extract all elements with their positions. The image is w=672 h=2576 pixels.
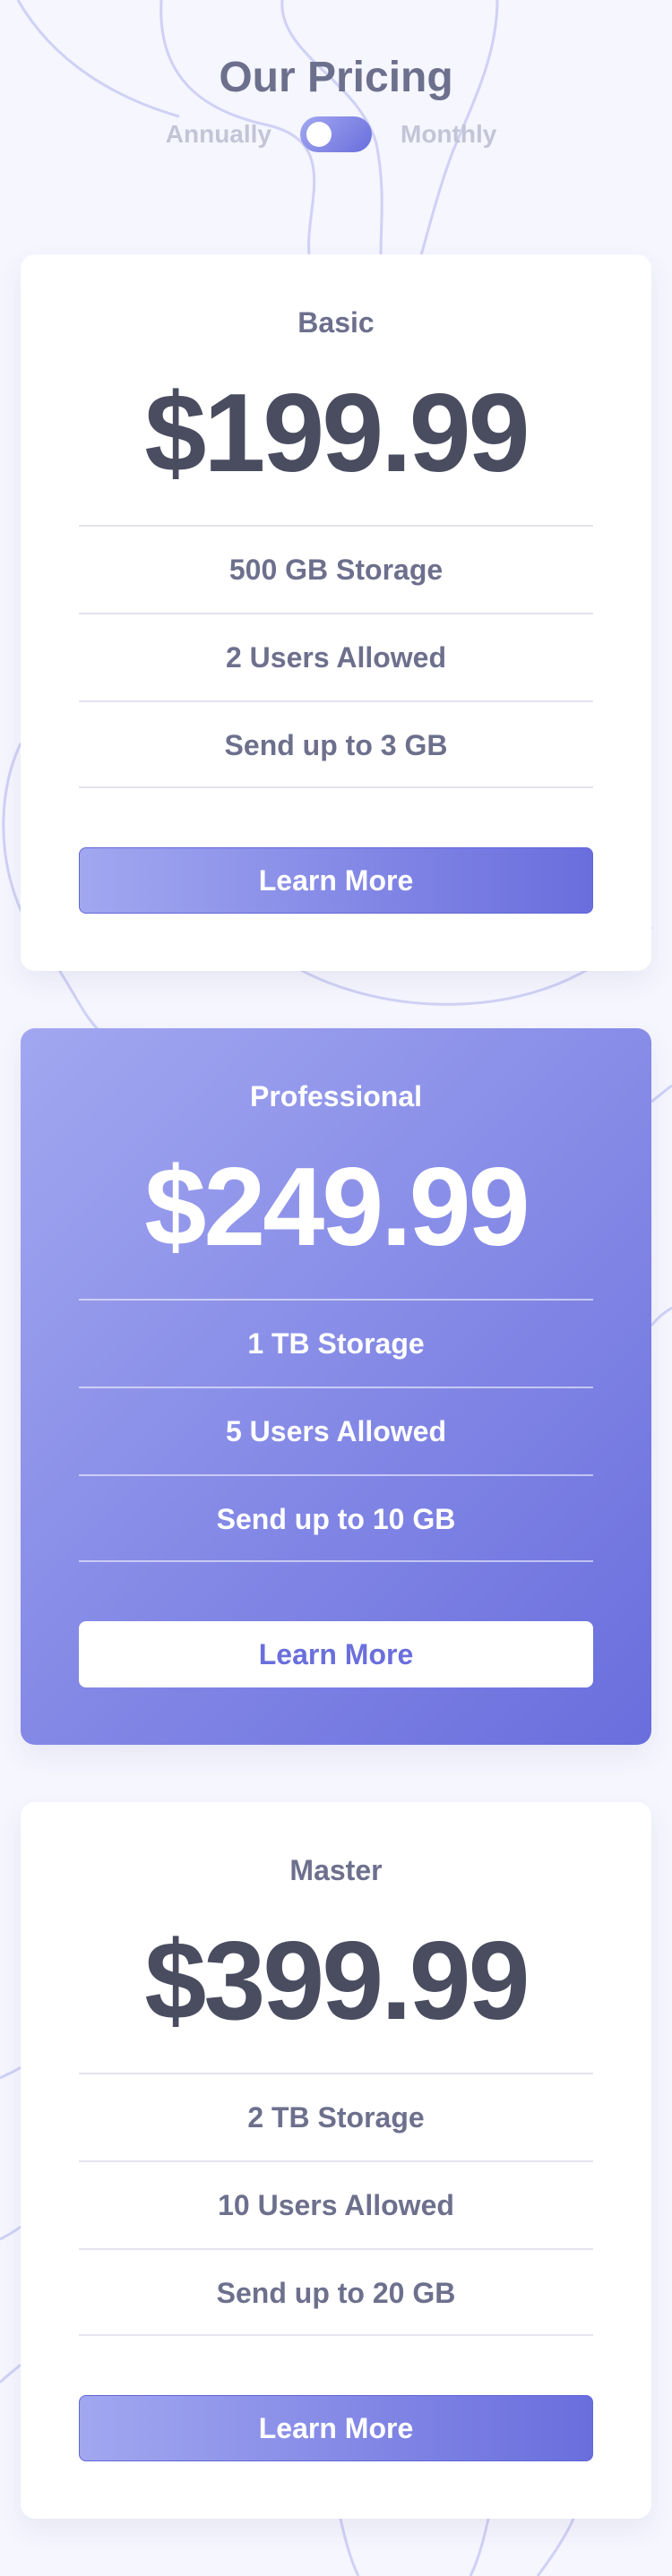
feature-list: 2 TB Storage 10 Users Allowed Send up to… — [79, 2073, 593, 2336]
plan-price: $399.99 — [144, 1919, 530, 2043]
feature-item: Send up to 3 GB — [79, 700, 593, 788]
pricing-card-basic: Basic $199.99 500 GB Storage 2 Users All… — [21, 254, 651, 971]
toggle-knob — [306, 122, 332, 147]
feature-item: Send up to 10 GB — [79, 1474, 593, 1562]
feature-item: 2 Users Allowed — [79, 613, 593, 700]
billing-toggle-row: Annually Monthly — [0, 116, 672, 152]
plan-price: $199.99 — [144, 372, 530, 495]
page-title: Our Pricing — [219, 54, 453, 101]
billing-period-toggle[interactable] — [300, 116, 372, 152]
monthly-label[interactable]: Monthly — [401, 120, 535, 149]
learn-more-button[interactable]: Learn More — [79, 1621, 593, 1687]
plan-name: Master — [289, 1854, 383, 1886]
annually-label[interactable]: Annually — [137, 120, 271, 149]
plan-price: $249.99 — [144, 1146, 530, 1269]
feature-item: 500 GB Storage — [79, 525, 593, 613]
feature-item: 1 TB Storage — [79, 1299, 593, 1387]
learn-more-button[interactable]: Learn More — [79, 2395, 593, 2461]
pricing-header: Our Pricing Annually Monthly — [0, 45, 672, 152]
feature-item: 2 TB Storage — [79, 2073, 593, 2160]
feature-list: 500 GB Storage 2 Users Allowed Send up t… — [79, 525, 593, 788]
feature-list: 1 TB Storage 5 Users Allowed Send up to … — [79, 1299, 593, 1562]
feature-item: Send up to 20 GB — [79, 2248, 593, 2336]
pricing-card-professional: Professional $249.99 1 TB Storage 5 User… — [21, 1028, 651, 1745]
plan-name: Professional — [249, 1080, 423, 1112]
pricing-card-master: Master $399.99 2 TB Storage 10 Users All… — [21, 1802, 651, 2519]
feature-item: 5 Users Allowed — [79, 1387, 593, 1474]
feature-item: 10 Users Allowed — [79, 2160, 593, 2248]
plan-name: Basic — [297, 306, 375, 339]
learn-more-button[interactable]: Learn More — [79, 847, 593, 914]
